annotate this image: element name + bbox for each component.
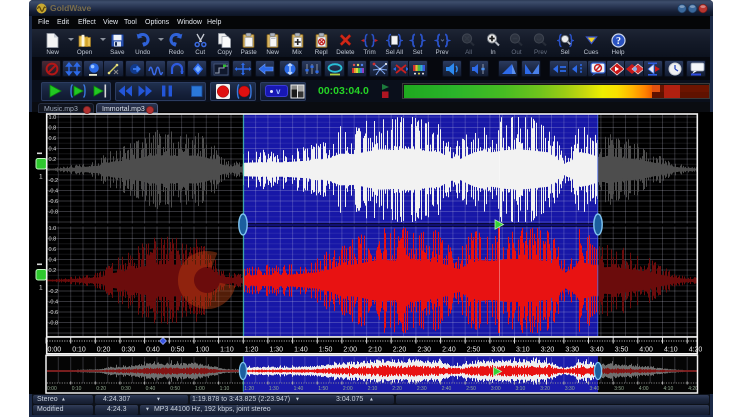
- svg-text:3:30: 3:30: [565, 386, 575, 392]
- svg-text:1:10: 1:10: [220, 386, 230, 392]
- svg-text:1:10: 1:10: [220, 347, 234, 354]
- svg-text:1:30: 1:30: [269, 347, 283, 354]
- svg-text:0:40: 0:40: [146, 347, 160, 354]
- svg-text:1:40: 1:40: [294, 386, 304, 392]
- svg-text:0:00: 0:00: [48, 347, 62, 354]
- svg-text:-0.6: -0.6: [49, 310, 59, 316]
- svg-text:0:30: 0:30: [122, 347, 136, 354]
- svg-text:1:00: 1:00: [195, 386, 205, 392]
- svg-text:4:00: 4:00: [639, 347, 653, 354]
- svg-text:0.4: 0.4: [49, 258, 57, 264]
- svg-text:-0.4: -0.4: [49, 300, 59, 306]
- svg-text:1.0: 1.0: [49, 115, 57, 121]
- svg-text:0.8: 0.8: [49, 126, 57, 132]
- svg-text:2:20: 2:20: [392, 386, 402, 392]
- svg-text:0.8: 0.8: [49, 237, 57, 243]
- svg-text:4:20: 4:20: [689, 347, 703, 354]
- svg-text:3:10: 3:10: [516, 347, 530, 354]
- svg-text:0:50: 0:50: [170, 386, 180, 392]
- svg-text:1:30: 1:30: [269, 386, 279, 392]
- svg-text:1:50: 1:50: [318, 386, 328, 392]
- svg-text:4:20: 4:20: [688, 386, 698, 392]
- svg-text:2:00: 2:00: [343, 386, 353, 392]
- svg-text:4:00: 4:00: [639, 386, 649, 392]
- svg-text:0.2: 0.2: [49, 157, 57, 163]
- svg-text:1: 1: [39, 174, 43, 181]
- svg-text:3:40: 3:40: [590, 386, 600, 392]
- svg-text:-0.4: -0.4: [49, 189, 59, 195]
- svg-text:-0.2: -0.2: [49, 178, 59, 184]
- svg-text:2:30: 2:30: [417, 347, 431, 354]
- svg-text:0.4: 0.4: [49, 147, 57, 153]
- svg-text:-0.8: -0.8: [49, 321, 59, 327]
- svg-text:3:30: 3:30: [565, 347, 579, 354]
- svg-text:1:20: 1:20: [245, 347, 259, 354]
- svg-text:0:20: 0:20: [97, 347, 111, 354]
- svg-text:3:40: 3:40: [590, 347, 604, 354]
- svg-text:3:00: 3:00: [491, 347, 505, 354]
- svg-text:2:50: 2:50: [466, 386, 476, 392]
- svg-text:2:30: 2:30: [417, 386, 427, 392]
- svg-text:1:50: 1:50: [319, 347, 333, 354]
- svg-text:1:40: 1:40: [294, 347, 308, 354]
- svg-text:0:10: 0:10: [72, 347, 86, 354]
- svg-text:2:10: 2:10: [368, 347, 382, 354]
- svg-text:0:00: 0:00: [47, 386, 57, 392]
- svg-text:4:10: 4:10: [664, 386, 674, 392]
- svg-text:1:20: 1:20: [244, 386, 254, 392]
- svg-text:0:10: 0:10: [72, 386, 82, 392]
- svg-text:3:10: 3:10: [516, 386, 526, 392]
- svg-text:-0.6: -0.6: [49, 199, 59, 205]
- svg-text:2:50: 2:50: [467, 347, 481, 354]
- svg-text:0.6: 0.6: [49, 136, 57, 142]
- svg-text:3:00: 3:00: [491, 386, 501, 392]
- svg-text:4:10: 4:10: [664, 347, 678, 354]
- svg-text:2:10: 2:10: [368, 386, 378, 392]
- svg-text:2:20: 2:20: [393, 347, 407, 354]
- svg-text:3:20: 3:20: [540, 386, 550, 392]
- svg-text:1:00: 1:00: [196, 347, 210, 354]
- svg-text:0.6: 0.6: [49, 247, 57, 253]
- svg-text:0:20: 0:20: [96, 386, 106, 392]
- svg-text:0.2: 0.2: [49, 268, 57, 274]
- svg-text:1.0: 1.0: [49, 226, 57, 232]
- svg-text:2:40: 2:40: [442, 347, 456, 354]
- svg-text:-0.8: -0.8: [49, 210, 59, 216]
- svg-text:0:30: 0:30: [121, 386, 131, 392]
- svg-text:?: ?: [616, 36, 621, 47]
- svg-text:2:00: 2:00: [343, 347, 357, 354]
- svg-text:0:50: 0:50: [171, 347, 185, 354]
- svg-text:2:40: 2:40: [442, 386, 452, 392]
- svg-text:0:40: 0:40: [146, 386, 156, 392]
- svg-text:3:50: 3:50: [615, 347, 629, 354]
- svg-text:3:20: 3:20: [541, 347, 555, 354]
- svg-text:-0.2: -0.2: [49, 289, 59, 295]
- svg-text:1: 1: [39, 285, 43, 292]
- svg-text:3:50: 3:50: [614, 386, 624, 392]
